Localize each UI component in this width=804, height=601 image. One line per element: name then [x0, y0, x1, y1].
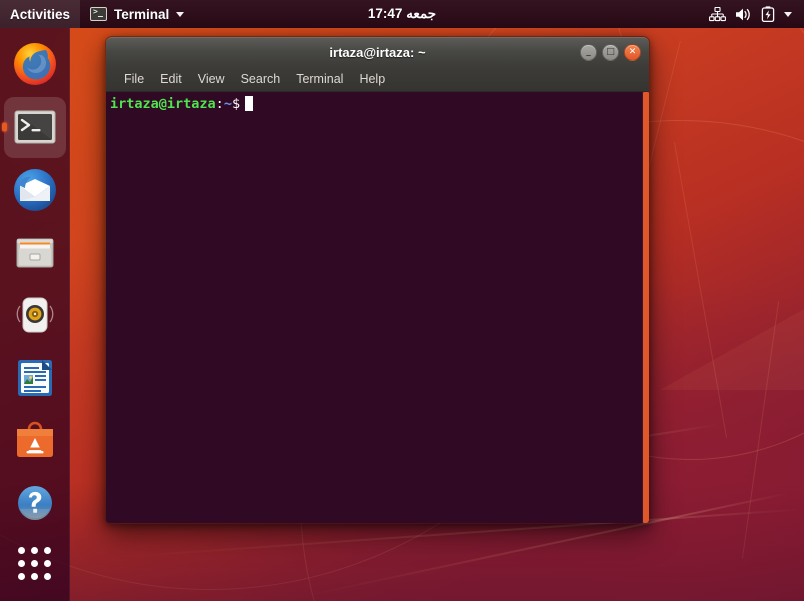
terminal-scrollbar[interactable]: [642, 92, 649, 523]
menu-help[interactable]: Help: [351, 69, 393, 89]
dock-item-terminal[interactable]: [3, 96, 66, 158]
wallpaper-wedge: [660, 300, 804, 390]
minimize-icon: _: [586, 46, 591, 57]
prompt-path: ~: [223, 96, 232, 112]
terminal-body[interactable]: irtaza@irtaza:~$: [106, 92, 649, 523]
libreoffice-writer-icon: [12, 355, 58, 401]
terminal-menubar: File Edit View Search Terminal Help: [106, 66, 649, 92]
files-icon: [12, 230, 58, 276]
terminal-titlebar[interactable]: irtaza@irtaza: ~ _ □ ✕: [106, 37, 649, 66]
terminal-output[interactable]: irtaza@irtaza:~$: [106, 92, 642, 523]
system-tray: [703, 0, 798, 28]
dock: [0, 28, 70, 601]
volume-icon[interactable]: [735, 7, 752, 22]
menu-file[interactable]: File: [116, 69, 152, 89]
top-bar: Activities Terminal جمعه 17:47: [0, 0, 804, 28]
ubuntu-software-icon: [12, 418, 58, 464]
show-applications-button[interactable]: [4, 536, 66, 591]
menu-edit[interactable]: Edit: [152, 69, 190, 89]
clock-button[interactable]: جمعه 17:47: [356, 3, 448, 25]
minimize-button[interactable]: _: [580, 43, 597, 61]
terminal-window[interactable]: irtaza@irtaza: ~ _ □ ✕ File Edit View Se…: [105, 36, 650, 524]
terminal-scrollbar-thumb[interactable]: [643, 92, 649, 523]
menu-view[interactable]: View: [190, 69, 233, 89]
dock-item-rhythmbox[interactable]: [4, 285, 66, 346]
dock-item-help[interactable]: [4, 473, 66, 534]
activities-button[interactable]: Activities: [0, 0, 81, 28]
prompt-dollar: $: [231, 96, 241, 112]
terminal-icon: [90, 7, 108, 21]
terminal-icon: [12, 104, 58, 150]
top-bar-left: Activities Terminal: [0, 0, 194, 28]
prompt-user-host: irtaza@irtaza: [110, 96, 216, 112]
dock-item-software[interactable]: [4, 411, 66, 472]
dock-item-files[interactable]: [4, 222, 66, 283]
terminal-cursor: [245, 96, 254, 111]
system-menu-chevron-icon[interactable]: [784, 11, 792, 17]
firefox-icon: [12, 41, 58, 87]
battery-charging-icon[interactable]: [761, 6, 775, 22]
menu-terminal[interactable]: Terminal: [288, 69, 351, 89]
window-controls: _ □ ✕: [580, 38, 641, 66]
dock-item-firefox[interactable]: [4, 34, 66, 95]
help-icon: [12, 481, 58, 527]
close-button[interactable]: ✕: [624, 43, 641, 61]
thunderbird-icon: [12, 167, 58, 213]
activities-label: Activities: [10, 6, 71, 22]
maximize-button[interactable]: □: [602, 43, 619, 61]
app-menu-button[interactable]: Terminal: [80, 0, 194, 28]
prompt-colon: :: [215, 96, 224, 112]
network-icon[interactable]: [709, 6, 726, 22]
close-icon: ✕: [628, 46, 637, 57]
app-menu-label: Terminal: [114, 6, 170, 22]
chevron-down-icon: [176, 11, 185, 17]
rhythmbox-icon: [12, 292, 58, 338]
apps-grid-icon: [18, 547, 51, 581]
maximize-icon: □: [606, 46, 615, 57]
menu-search[interactable]: Search: [233, 69, 289, 89]
dock-item-libreoffice[interactable]: [4, 348, 66, 409]
dock-item-thunderbird[interactable]: [4, 160, 66, 221]
terminal-title: irtaza@irtaza: ~: [329, 44, 426, 60]
